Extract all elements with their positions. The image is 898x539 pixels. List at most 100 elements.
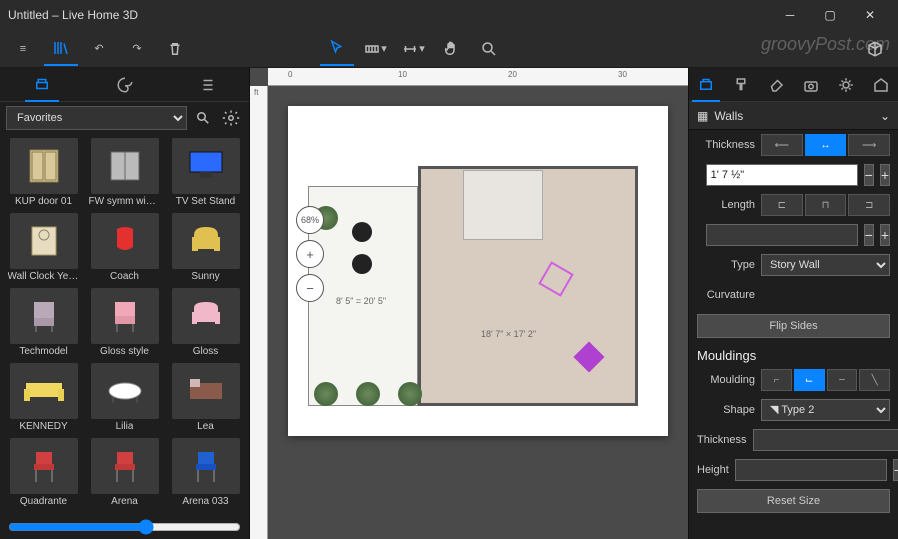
length-increment[interactable]: + [880,224,890,246]
thickness-center-seg[interactable]: ↔ [805,134,847,156]
thickness-right-seg[interactable]: ⟶ [848,134,890,156]
moulding-base-seg[interactable]: ⌙ [794,369,825,391]
library-item[interactable]: Gloss style [85,288,164,361]
flip-sides-button[interactable]: Flip Sides [697,314,890,338]
object-props-tab-icon[interactable] [692,68,720,102]
vertical-ruler: ft [250,86,268,539]
menu-icon[interactable]: ≡ [6,32,40,66]
library-item[interactable]: FW symm windo… [85,138,164,211]
horizontal-ruler: 0 10 20 30 [268,68,688,86]
pan-tool-icon[interactable] [434,32,468,66]
library-item[interactable]: TV Set Stand [166,138,245,211]
floorplan[interactable]: 18' 7" × 17' 2" 8' 5" = 20' 5" [308,146,648,396]
minimize-button[interactable]: ─ [770,0,810,30]
thickness-decrement[interactable]: − [864,164,874,186]
library-icon[interactable] [44,32,78,66]
shape-select[interactable]: ◥ Type 2 [761,399,890,421]
materials-tab-icon[interactable] [108,68,142,102]
main-toolbar: ≡ ↶ ↷ ▾ ▾ [0,30,898,68]
length-decrement[interactable]: − [864,224,874,246]
view-3d-icon[interactable] [858,32,892,66]
library-item[interactable]: KUP door 01 [4,138,83,211]
thumbnail-zoom-slider[interactable] [0,515,249,539]
inspector-panel: ▦ Walls ⌄ Thickness ⟵ ↔ ⟶ − + Length [688,68,898,539]
height-label: Height [697,464,729,476]
library-item[interactable]: Gloss [166,288,245,361]
titlebar: Untitled – Live Home 3D ─ ▢ ✕ [0,0,898,30]
zoom-in-button[interactable]: + [296,240,324,268]
wall-tool-icon[interactable]: ▾ [358,32,392,66]
redo-icon[interactable]: ↷ [120,32,154,66]
thickness-increment[interactable]: + [880,164,890,186]
length-label: Length [697,199,755,211]
library-item[interactable]: Wall Clock Yello… [4,213,83,286]
bed-object[interactable] [463,170,543,240]
room-dimension: 18' 7" × 17' 2" [481,329,536,339]
library-item[interactable]: Quadrante [4,438,83,511]
category-select[interactable]: Favorites [6,106,187,130]
window-icon [91,138,159,194]
armchair-icon [172,288,240,344]
length-right-seg[interactable]: ⊐ [848,194,890,216]
building-tab-icon[interactable] [867,68,895,102]
reset-size-button[interactable]: Reset Size [697,489,890,513]
dimension-tool-icon[interactable]: ▾ [396,32,430,66]
library-item[interactable]: Lea [166,363,245,436]
chevron-down-icon: ⌄ [880,109,890,123]
select-tool-icon[interactable] [320,32,354,66]
moulding-crown-seg[interactable]: ⌐ [761,369,792,391]
moulding-label: Moulding [697,374,755,386]
plant-object[interactable] [314,382,338,406]
m-thickness-input[interactable] [753,429,898,451]
undo-icon[interactable]: ↶ [82,32,116,66]
length-left-seg[interactable]: ⊏ [761,194,803,216]
wall-type-select[interactable]: Story Wall [761,254,890,276]
plant-object[interactable] [398,382,422,406]
chair-icon [172,438,240,494]
chair-icon [91,213,159,269]
canvas-viewport[interactable]: 18' 7" × 17' 2" 8' 5" = 20' 5" 68% + [268,86,688,539]
chair-object[interactable] [352,222,372,242]
length-input[interactable] [706,224,858,246]
paint-tab-icon[interactable] [727,68,755,102]
library-item[interactable]: Techmodel [4,288,83,361]
thickness-input[interactable] [706,164,858,186]
library-item[interactable]: Sunny [166,213,245,286]
armchair-icon [172,213,240,269]
maximize-button[interactable]: ▢ [810,0,850,30]
plant-object[interactable] [356,382,380,406]
height-input[interactable] [735,459,887,481]
search-icon[interactable] [472,32,506,66]
moulding-none-seg[interactable]: ╲ [859,369,890,391]
library-item[interactable]: Lilia [85,363,164,436]
library-settings-icon[interactable] [219,106,243,130]
drawing-paper: 18' 7" × 17' 2" 8' 5" = 20' 5" 68% + [288,106,668,436]
zoom-out-button[interactable]: − [296,274,324,302]
clock-icon [10,213,78,269]
eraser-tab-icon[interactable] [762,68,790,102]
list-tab-icon[interactable] [191,68,225,102]
furniture-tab-icon[interactable] [25,68,59,102]
library-item[interactable]: KENNEDY [4,363,83,436]
chair-icon [10,288,78,344]
shape-label: Shape [697,404,755,416]
zoom-percent[interactable]: 68% [296,206,324,234]
thickness-left-seg[interactable]: ⟵ [761,134,803,156]
delete-icon[interactable] [158,32,192,66]
height-decrement[interactable]: − [893,459,898,481]
moulding-mid-seg[interactable]: ╌ [827,369,858,391]
bathtub-icon [91,363,159,419]
camera-tab-icon[interactable] [797,68,825,102]
library-item[interactable]: Arena [85,438,164,511]
library-item[interactable]: Arena 033 [166,438,245,511]
chair-icon [91,288,159,344]
library-item[interactable]: Coach [85,213,164,286]
length-center-seg[interactable]: ⊓ [805,194,847,216]
close-button[interactable]: ✕ [850,0,890,30]
patio-dimension: 8' 5" = 20' 5" [336,296,386,306]
walls-section-header[interactable]: ▦ Walls ⌄ [689,102,898,130]
light-tab-icon[interactable] [832,68,860,102]
chair-object[interactable] [352,254,372,274]
canvas-area: ft 0 10 20 30 18' 7" × 17' 2" [250,68,688,539]
library-search-icon[interactable] [191,106,215,130]
